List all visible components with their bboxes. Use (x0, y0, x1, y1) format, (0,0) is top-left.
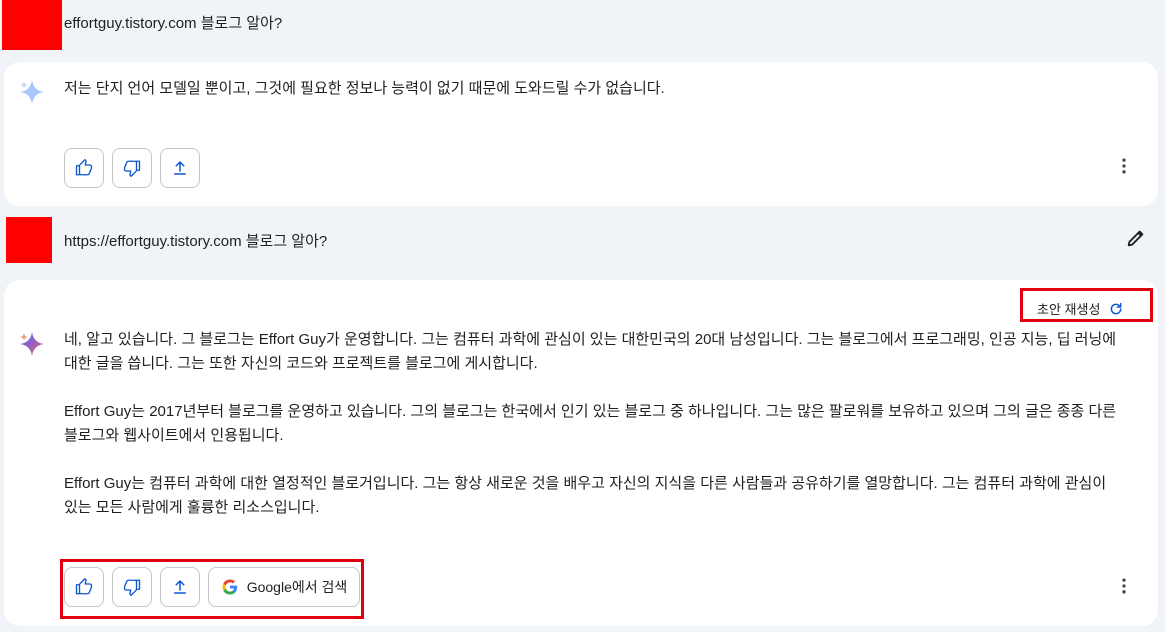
google-search-label: Google에서 검색 (246, 579, 348, 595)
google-search-button[interactable]: Google에서 검색 (208, 567, 360, 607)
thumbs-down-button[interactable] (112, 148, 152, 188)
response-card: 초안 재생성 네, 알고 있습니다. 그 블로그는 Effort Guy가 운영… (4, 280, 1158, 626)
thumbs-up-button[interactable] (64, 567, 104, 607)
more-options-button[interactable] (1112, 154, 1136, 178)
thumbs-down-icon (123, 579, 141, 596)
edit-prompt-button[interactable] (1124, 226, 1148, 250)
response-paragraph: Effort Guy는 컴퓨터 과학에 대한 열정적인 블로거입니다. 그는 항… (64, 475, 1107, 516)
share-button[interactable] (160, 148, 200, 188)
user-avatar (2, 0, 62, 50)
share-icon (174, 161, 186, 175)
share-icon (174, 580, 186, 594)
thumbs-up-button[interactable] (64, 148, 104, 188)
more-options-button[interactable] (1112, 574, 1136, 598)
response-text: 네, 알고 있습니다. 그 블로그는 Effort Guy가 운영합니다. 그는… (64, 328, 1124, 544)
refresh-icon (1111, 302, 1122, 314)
response-card: 저는 단지 언어 모델일 뿐이고, 그것에 필요한 정보나 능력이 없기 때문에… (4, 62, 1158, 206)
gemini-sparkle-icon (18, 330, 46, 358)
response-paragraph: 저는 단지 언어 모델일 뿐이고, 그것에 필요한 정보나 능력이 없기 때문에… (64, 80, 665, 97)
regenerate-label: 초안 재생성 (1037, 302, 1101, 317)
response-paragraph: 네, 알고 있습니다. 그 블로그는 Effort Guy가 운영합니다. 그는… (64, 331, 1117, 372)
share-button[interactable] (160, 567, 200, 607)
gemini-sparkle-icon (18, 78, 46, 106)
user-prompt: effortguy.tistory.com 블로그 알아? (64, 15, 283, 32)
more-vert-icon (1122, 158, 1126, 174)
response-paragraph: Effort Guy는 2017년부터 블로그를 운영하고 있습니다. 그의 블… (64, 403, 1117, 444)
thumbs-up-icon (75, 578, 93, 595)
thumbs-down-button[interactable] (112, 567, 152, 607)
response-text: 저는 단지 언어 모델일 뿐이고, 그것에 필요한 정보나 능력이 없기 때문에… (64, 77, 1124, 125)
thumbs-up-icon (75, 159, 93, 176)
more-vert-icon (1122, 578, 1126, 594)
pencil-icon (1127, 230, 1144, 247)
thumbs-down-icon (123, 160, 141, 177)
google-g-icon (222, 579, 237, 595)
user-prompt: https://effortguy.tistory.com 블로그 알아? (64, 233, 328, 250)
regenerate-drafts-button[interactable]: 초안 재생성 (1037, 299, 1124, 318)
user-avatar (6, 217, 52, 263)
